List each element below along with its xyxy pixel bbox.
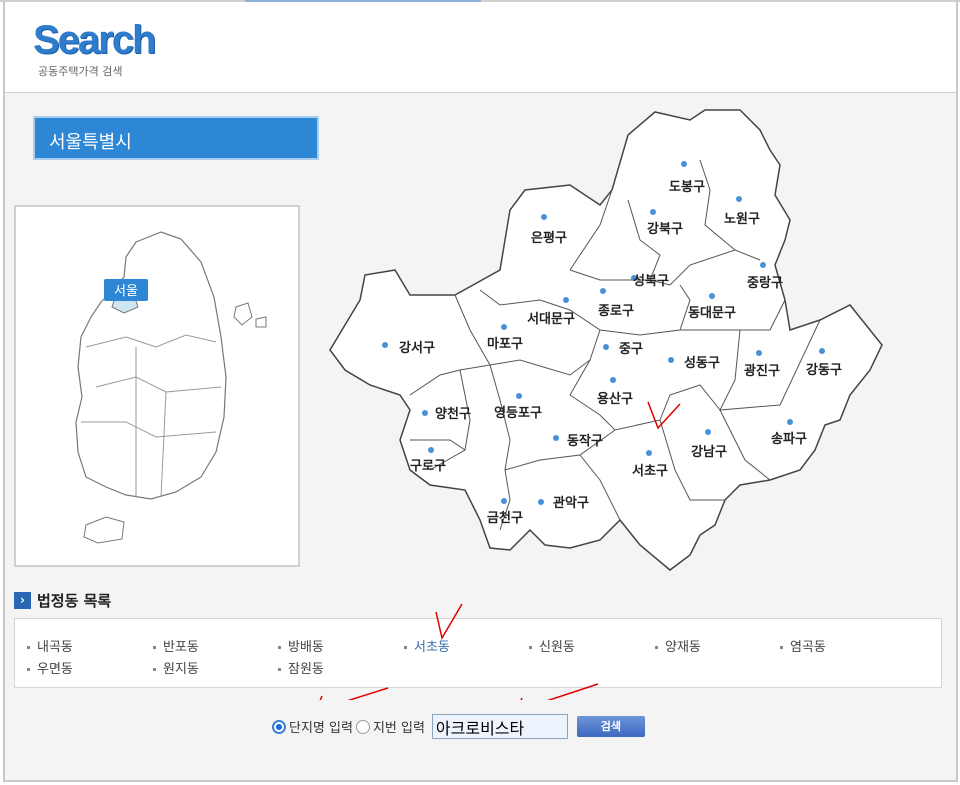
annotation-marks xyxy=(319,603,599,700)
subtitle: 공동주택가격 검색 xyxy=(38,65,123,78)
district-label[interactable]: 강북구 xyxy=(647,221,683,237)
radio-lot-number-label: 지번 입력 xyxy=(372,721,425,736)
district-dot[interactable] xyxy=(819,348,825,354)
district-label[interactable]: 은평구 xyxy=(531,230,567,246)
header: Search 공동주택가격 검색 xyxy=(5,2,956,93)
district-label[interactable]: 동대문구 xyxy=(688,306,736,321)
radio-complex-name[interactable] xyxy=(272,719,286,734)
district-label[interactable]: 서대문구 xyxy=(527,312,575,327)
search-input[interactable] xyxy=(431,714,568,739)
district-label[interactable]: 노원구 xyxy=(724,212,760,227)
district-dot[interactable] xyxy=(501,324,507,330)
district-dot[interactable] xyxy=(563,297,569,303)
district-dot[interactable] xyxy=(516,393,522,399)
district-label[interactable]: 구로구 xyxy=(410,459,446,474)
district-dot[interactable] xyxy=(603,344,609,350)
district-dot[interactable] xyxy=(787,419,793,425)
district-dot[interactable] xyxy=(553,435,559,441)
district-label[interactable]: 용산구 xyxy=(597,391,633,407)
district-dot[interactable] xyxy=(668,357,674,363)
district-dot[interactable] xyxy=(756,350,762,356)
district-label[interactable]: 마포구 xyxy=(487,336,523,352)
radio-complex-name-label: 단지명 입력 xyxy=(289,721,353,736)
district-label[interactable]: 중랑구 xyxy=(747,276,783,291)
search-button[interactable]: 검색 xyxy=(576,716,645,737)
district-label[interactable]: 종로구 xyxy=(598,304,634,319)
city-title: 서울특별시 xyxy=(33,116,319,160)
district-label[interactable]: 관악구 xyxy=(553,495,589,511)
district-dot[interactable] xyxy=(501,498,507,504)
korea-map: 서울 xyxy=(14,205,300,567)
district-dot[interactable] xyxy=(422,410,428,416)
search-form: 단지명 입력 지번 입력 검색 xyxy=(272,714,645,739)
district-dot[interactable] xyxy=(538,499,544,505)
district-dot[interactable] xyxy=(650,209,656,215)
district-label[interactable]: 성동구 xyxy=(684,356,720,371)
seoul-label: 서울 xyxy=(114,284,138,299)
district-dot[interactable] xyxy=(382,342,388,348)
district-label[interactable]: 서초구 xyxy=(632,464,668,479)
district-dot[interactable] xyxy=(736,196,742,202)
district-dot[interactable] xyxy=(600,288,606,294)
district-label[interactable]: 동작구 xyxy=(567,433,603,449)
district-dot[interactable] xyxy=(646,450,652,456)
logo: Search xyxy=(33,18,156,62)
district-dot[interactable] xyxy=(428,447,434,453)
district-dot[interactable] xyxy=(541,214,547,220)
district-label[interactable]: 송파구 xyxy=(771,432,807,447)
district-label[interactable]: 광진구 xyxy=(744,363,780,379)
district-label[interactable]: 강남구 xyxy=(691,444,727,460)
district-label[interactable]: 중구 xyxy=(619,342,643,357)
district-dot[interactable] xyxy=(681,161,687,167)
district-label[interactable]: 강동구 xyxy=(806,362,842,378)
seoul-district-map: 도봉구노원구강북구은평구성북구 중랑구종로구서대문구 동대문구강서구 마포구 중구성동구… xyxy=(327,105,887,575)
district-dot[interactable] xyxy=(760,262,766,268)
district-dot[interactable] xyxy=(705,429,711,435)
district-label[interactable]: 양천구 xyxy=(435,407,471,422)
district-label[interactable]: 강서구 xyxy=(399,340,435,356)
district-label[interactable]: 금천구 xyxy=(487,511,523,526)
radio-lot-number[interactable] xyxy=(355,719,370,734)
district-label[interactable]: 도봉구 xyxy=(669,180,705,195)
district-label[interactable]: 성북구 xyxy=(633,274,669,289)
district-label[interactable]: 영등포구 xyxy=(494,406,542,421)
district-dot[interactable] xyxy=(610,377,616,383)
district-dot[interactable] xyxy=(709,293,715,299)
